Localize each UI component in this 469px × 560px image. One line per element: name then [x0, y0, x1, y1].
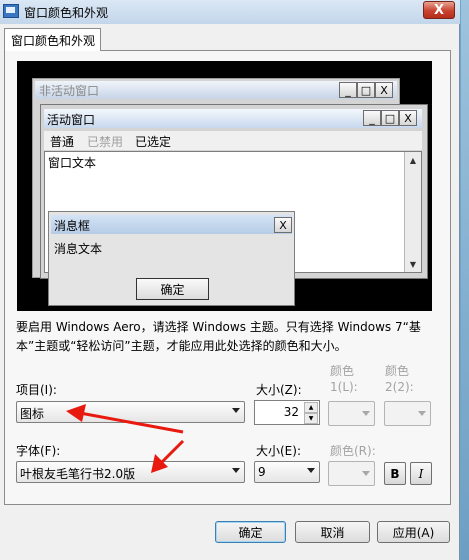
apply-button[interactable]: 应用(A) — [377, 521, 450, 543]
annotation-arrow-icon — [66, 404, 185, 473]
dialog-window: 窗口颜色和外观 X 窗口颜色和外观 非活动窗口 _ □ X 活动窗口 _ □ X… — [0, 0, 460, 560]
ok-button[interactable]: 确定 — [215, 521, 286, 543]
desktop-background — [461, 0, 469, 560]
annotation-arrows — [66, 404, 185, 473]
cancel-button[interactable]: 取消 — [295, 521, 370, 543]
